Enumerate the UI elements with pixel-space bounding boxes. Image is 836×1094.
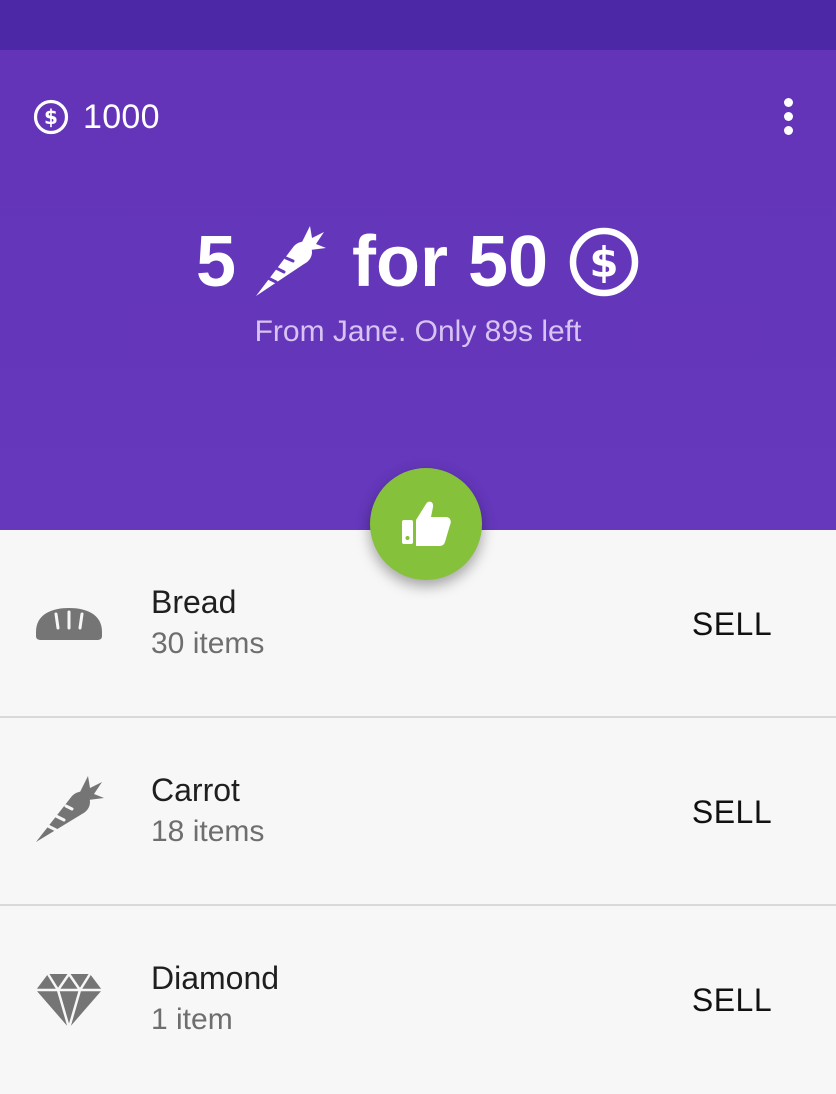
item-name: Carrot [151, 772, 240, 808]
offer-word: for [351, 222, 448, 302]
offer-header: $ 1000 5 for 50 $ From Jane. Only 89s le… [0, 50, 836, 530]
carrot-icon [36, 776, 104, 842]
overflow-menu-button[interactable] [766, 94, 810, 138]
sell-button[interactable]: SELL [680, 600, 784, 648]
offer-price: 50 [467, 222, 549, 302]
offer-line: 5 for 50 $ [0, 220, 836, 304]
sell-button[interactable]: SELL [680, 976, 784, 1024]
coin-icon: $ [569, 227, 639, 297]
thumbs-up-icon [402, 501, 451, 546]
balance: $ 1000 [33, 96, 160, 138]
more-vert-dot [783, 125, 793, 135]
more-vert-dot [783, 111, 793, 121]
coin-icon: $ [33, 99, 69, 135]
item-count: 1 item [151, 1003, 233, 1036]
item-count: 30 items [151, 627, 265, 660]
item-count: 18 items [151, 815, 265, 848]
status-bar [0, 0, 836, 50]
bread-icon [36, 608, 102, 640]
offer-quantity: 5 [195, 222, 236, 302]
list-item: Carrot 18 items SELL [0, 718, 836, 906]
item-name: Diamond [151, 960, 280, 996]
diamond-icon [36, 972, 102, 1029]
svg-text:$: $ [44, 105, 58, 129]
accept-offer-button[interactable] [370, 468, 482, 580]
list-item: Diamond 1 item SELL [0, 906, 836, 1094]
sell-button[interactable]: SELL [680, 788, 784, 836]
offer-subtitle: From Jane. Only 89s left [254, 315, 582, 348]
item-name: Bread [151, 584, 237, 620]
svg-text:$: $ [589, 238, 618, 287]
carrot-icon [255, 226, 326, 296]
inventory-list: Bread 30 items SELL Carrot 18 items SELL… [0, 530, 836, 1094]
more-vert-icon [783, 97, 793, 107]
balance-amount: 1000 [83, 98, 160, 136]
